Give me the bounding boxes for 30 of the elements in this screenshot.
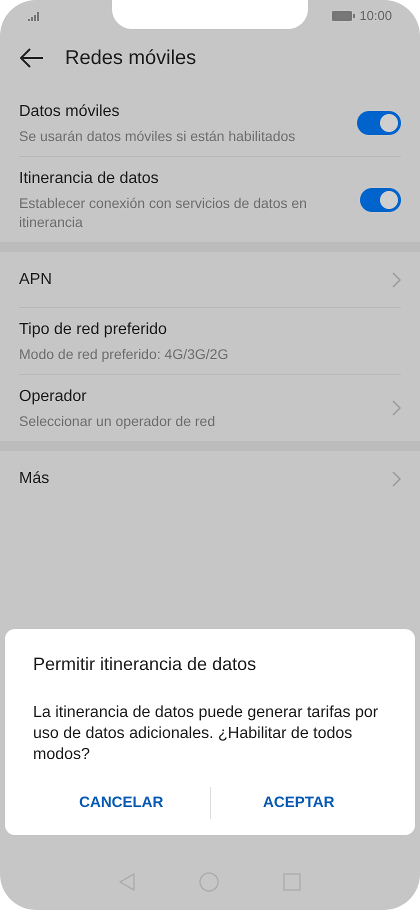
signal-icon [28,11,42,21]
row-title: Tipo de red preferido [19,320,168,340]
chevron-icon [392,400,401,416]
page-title: Redes móviles [65,46,196,70]
row-title: Más [19,468,50,488]
settings-row[interactable]: Operador Seleccionar un operador de red [19,374,401,441]
clock-time: 10:00 [359,7,392,26]
row-subtitle: Establecer conexión con servicios de datos en itinerancia [19,194,308,232]
toggle-switch[interactable] [357,111,401,135]
back-arrow-icon[interactable] [20,48,44,68]
settings-row[interactable]: Más [19,451,401,506]
row-title: Datos móviles [19,102,120,122]
toggle-switch[interactable] [360,188,401,212]
chevron-icon [392,470,401,486]
settings-row[interactable]: APN [19,252,401,307]
dialog-button[interactable]: ACEPTAR [257,786,340,819]
settings-row[interactable]: Datos móviles Se usarán datos móviles si están habilitados [19,90,401,156]
settings-row[interactable]: Tipo de red preferido Modo de red preferido: 4G/3G/2G [19,307,401,374]
chevron-icon [392,272,401,288]
battery-icon [332,11,356,21]
row-subtitle: Se usarán datos móviles si están habilitados [19,127,296,146]
dialog-message: La itinerancia de datos puede generar tarifas por uso de datos adicionales. ¿Habilitar de todos modos? [33,702,380,764]
row-title: APN [19,270,52,290]
dialog-title: Permitir itinerancia de datos [33,652,258,676]
row-subtitle: Seleccionar un operador de red [19,412,216,431]
row-subtitle: Modo de red preferido: 4G/3G/2G [19,345,228,364]
dialog-button[interactable]: CANCELAR [73,786,170,819]
row-title: Itinerancia de datos [19,169,160,189]
row-title: Operador [19,387,88,407]
settings-row[interactable]: Itinerancia de datos Establecer conexión con servicios de datos en itinerancia [19,156,401,242]
